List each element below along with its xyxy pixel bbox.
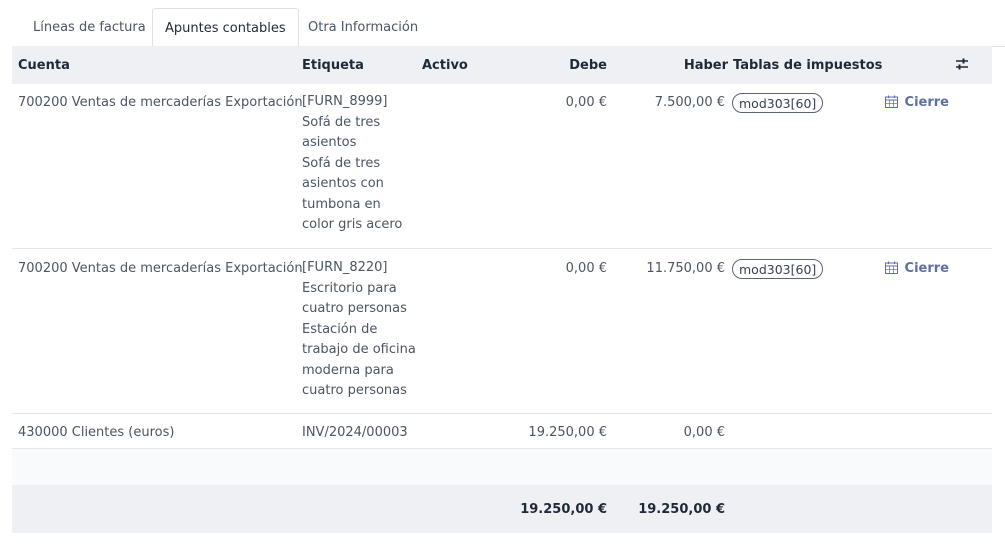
cierre-button[interactable]: Cierre	[885, 261, 949, 276]
col-haber-header[interactable]: Haber	[627, 46, 728, 84]
total-debe: 19.250,00 €	[520, 502, 607, 517]
col-cuenta-header[interactable]: Cuenta	[18, 46, 70, 84]
tab-otra-informacion[interactable]: Otra Información	[296, 8, 430, 46]
cell-etiqueta: [FURN_8220] Escritorio para cuatro perso…	[302, 260, 416, 398]
empty-row	[12, 449, 992, 485]
cell-haber: 11.750,00 €	[646, 261, 725, 276]
total-haber: 19.250,00 €	[638, 502, 725, 517]
cell-debe: 0,00 €	[565, 95, 607, 110]
cell-haber: 7.500,00 €	[654, 95, 725, 110]
cell-etiqueta: INV/2024/00003	[302, 425, 408, 440]
col-tablas-impuestos-header[interactable]: Tablas de impuestos	[733, 46, 882, 84]
col-etiqueta-header[interactable]: Etiqueta	[302, 46, 364, 84]
table-header: Cuenta Etiqueta Activo Debe Haber Tablas…	[12, 46, 992, 84]
cell-cuenta: 700200 Ventas de mercaderías Exportación	[18, 95, 303, 110]
tax-tag: mod303[60]	[732, 93, 824, 113]
totals-row: 19.250,00 € 19.250,00 €	[12, 485, 992, 533]
optional-columns-toggle[interactable]	[955, 46, 969, 84]
calendar-icon	[885, 261, 905, 276]
tab-apuntes-contables[interactable]: Apuntes contables	[152, 8, 299, 47]
row-divider	[12, 248, 992, 249]
cell-haber: 0,00 €	[683, 425, 725, 440]
cell-debe: 19.250,00 €	[528, 425, 607, 440]
tab-lineas-factura[interactable]: Líneas de factura	[21, 8, 158, 46]
cierre-button[interactable]: Cierre	[885, 95, 949, 110]
row-divider	[12, 413, 992, 414]
notebook-tabs: Líneas de factura Apuntes contables Otra…	[14, 8, 1005, 47]
cell-cuenta: 700200 Ventas de mercaderías Exportación	[18, 261, 303, 276]
col-debe-header[interactable]: Debe	[512, 46, 607, 84]
sliders-icon[interactable]	[955, 58, 969, 73]
col-activo-header[interactable]: Activo	[422, 46, 468, 84]
tax-tag: mod303[60]	[732, 259, 824, 279]
cell-debe: 0,00 €	[565, 261, 607, 276]
cell-etiqueta: [FURN_8999] Sofá de tres asientos Sofá d…	[302, 94, 403, 232]
cell-cuenta: 430000 Clientes (euros)	[18, 425, 175, 440]
calendar-icon	[885, 95, 905, 110]
